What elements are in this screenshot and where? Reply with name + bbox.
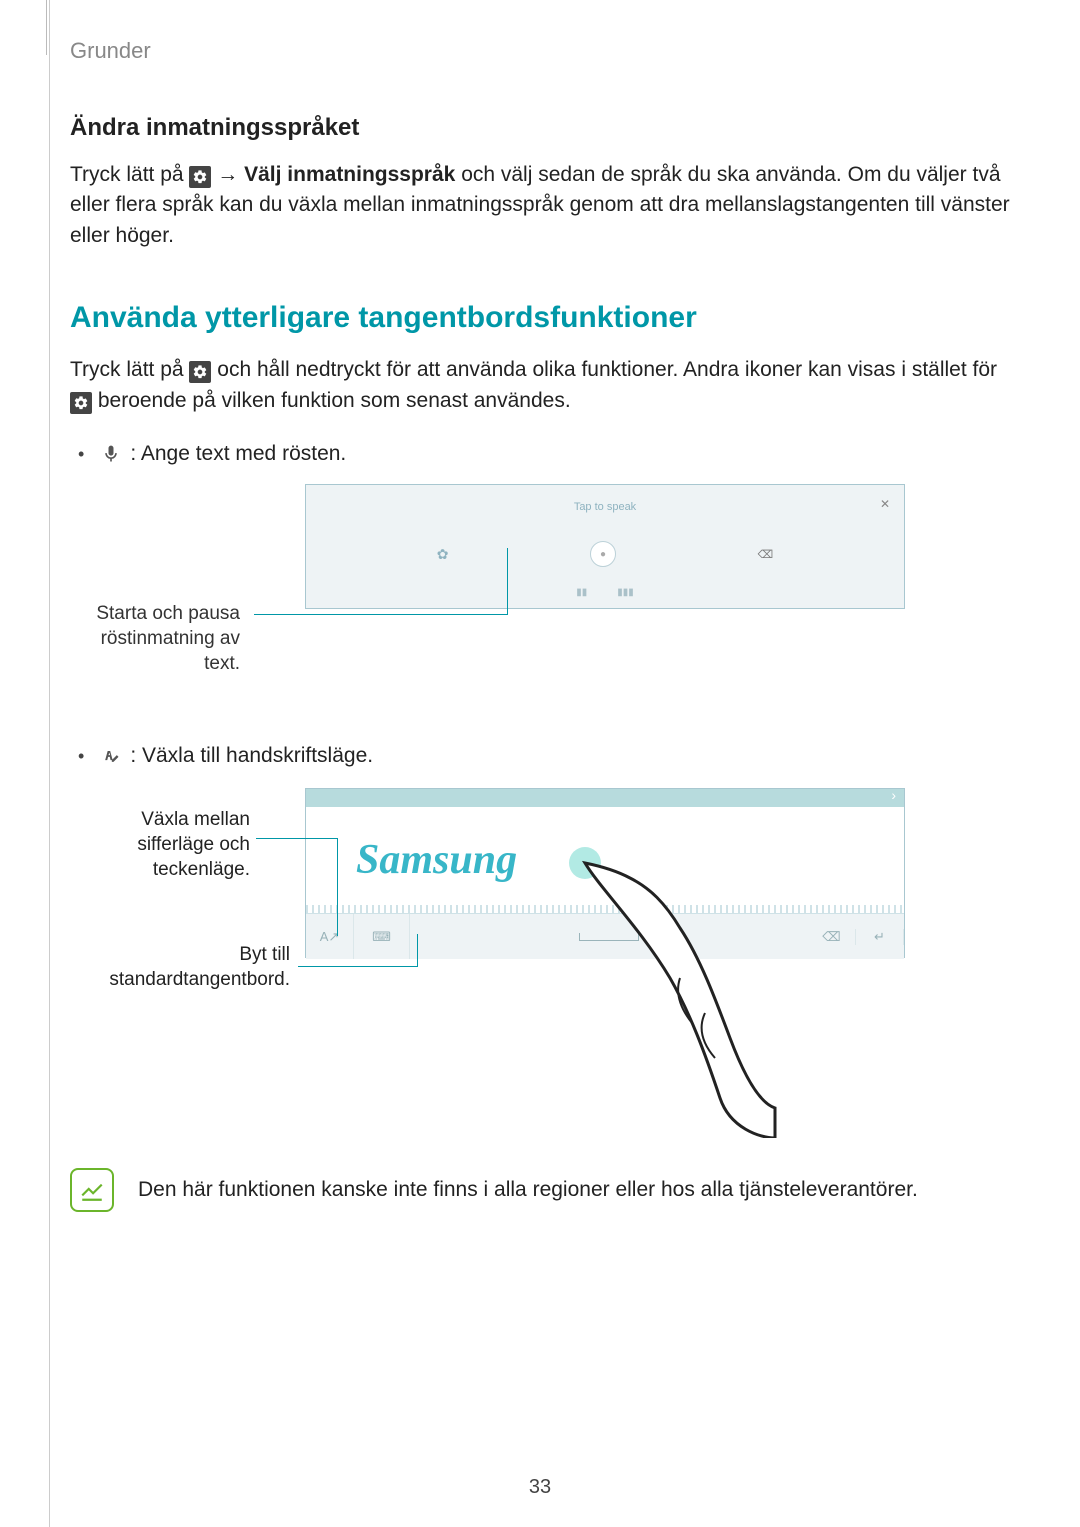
callout-line bbox=[298, 966, 418, 967]
text-fragment: Tryck lätt på bbox=[70, 163, 189, 186]
backspace-icon: ⌫ bbox=[808, 929, 856, 945]
ruler bbox=[306, 905, 904, 913]
keyboard-button: ⌨ bbox=[354, 914, 410, 959]
bullet-dot: • bbox=[78, 444, 84, 465]
handwriting-toolbar: A↗ ⌨ ⌫ ↵ bbox=[306, 913, 904, 959]
paragraph-change-language: Tryck lätt på → Välj inmatningsspråk och… bbox=[70, 160, 1020, 251]
callout-mode: Växla mellan sifferläge och teckenläge. bbox=[80, 808, 250, 882]
settings-icon bbox=[189, 361, 211, 383]
voice-input-panel: Tap to speak ✕ ✿ ● ⌫ ▮▮ ▮▮▮ bbox=[305, 484, 905, 609]
text-fragment: och håll nedtryckt för att använda olika… bbox=[217, 358, 997, 381]
spacebar bbox=[410, 914, 808, 959]
pause-icon: ▮▮ bbox=[576, 587, 587, 598]
note-block: Den här funktionen kanske inte finns i a… bbox=[70, 1168, 1020, 1212]
handwriting-text: Samsung bbox=[356, 836, 517, 884]
breadcrumb: Grunder bbox=[70, 38, 1020, 64]
bullet-text: : Ange text med rösten. bbox=[130, 442, 346, 466]
callout-voice: Starta och pausa röstinmatning av text. bbox=[70, 602, 240, 676]
close-icon: ✕ bbox=[880, 497, 890, 511]
bullet-voice: • : Ange text med rösten. bbox=[70, 442, 1020, 466]
suggestion-bar bbox=[306, 789, 904, 807]
gear-icon: ✿ bbox=[437, 546, 449, 563]
mode-toggle-button: A↗ bbox=[306, 914, 354, 959]
backspace-icon: ⌫ bbox=[758, 548, 774, 561]
subheading-change-language: Ändra inmatningsspråket bbox=[70, 114, 1020, 142]
tap-to-speak-label: Tap to speak bbox=[574, 501, 636, 513]
microphone-button: ● bbox=[590, 541, 616, 567]
figure-handwriting: Samsung A↗ ⌨ ⌫ ↵ Växla mellan sifferläge… bbox=[110, 788, 1020, 1128]
figure-voice-input: Tap to speak ✕ ✿ ● ⌫ ▮▮ ▮▮▮ Starta och p… bbox=[110, 484, 1020, 704]
note-icon bbox=[70, 1168, 114, 1212]
text-fragment: beroende på vilken funktion som senast a… bbox=[98, 389, 571, 412]
handwriting-icon bbox=[98, 745, 124, 767]
heading-additional-functions: Använda ytterligare tangentbordsfunktion… bbox=[70, 301, 1020, 335]
callout-keyboard: Byt till standardtangentbord. bbox=[70, 943, 290, 992]
text-fragment: → bbox=[217, 163, 244, 186]
separator: ▮▮▮ bbox=[617, 587, 634, 598]
handwriting-area: Samsung bbox=[306, 807, 904, 913]
settings-icon bbox=[70, 392, 92, 414]
page-number: 33 bbox=[0, 1476, 1080, 1499]
callout-line bbox=[254, 614, 508, 615]
text-fragment: Tryck lätt på bbox=[70, 358, 189, 381]
settings-icon bbox=[189, 166, 211, 188]
handwriting-panel: Samsung A↗ ⌨ ⌫ ↵ bbox=[305, 788, 905, 958]
text-bold: Välj inmatningsspråk bbox=[244, 163, 455, 186]
bullet-dot: • bbox=[78, 746, 84, 767]
text-fragment: och välj sedan de språk du ska använda. … bbox=[70, 163, 1010, 247]
callout-line bbox=[256, 838, 338, 839]
enter-icon: ↵ bbox=[856, 929, 904, 945]
bullet-text: : Växla till handskriftsläge. bbox=[130, 744, 373, 768]
note-text: Den här funktionen kanske inte finns i a… bbox=[138, 1168, 918, 1202]
paragraph-additional-functions: Tryck lätt på och håll nedtryckt för att… bbox=[70, 355, 1020, 416]
page-binding bbox=[0, 0, 50, 1527]
bullet-handwriting: • : Växla till handskriftsläge. bbox=[70, 744, 1020, 768]
microphone-icon bbox=[98, 443, 124, 465]
